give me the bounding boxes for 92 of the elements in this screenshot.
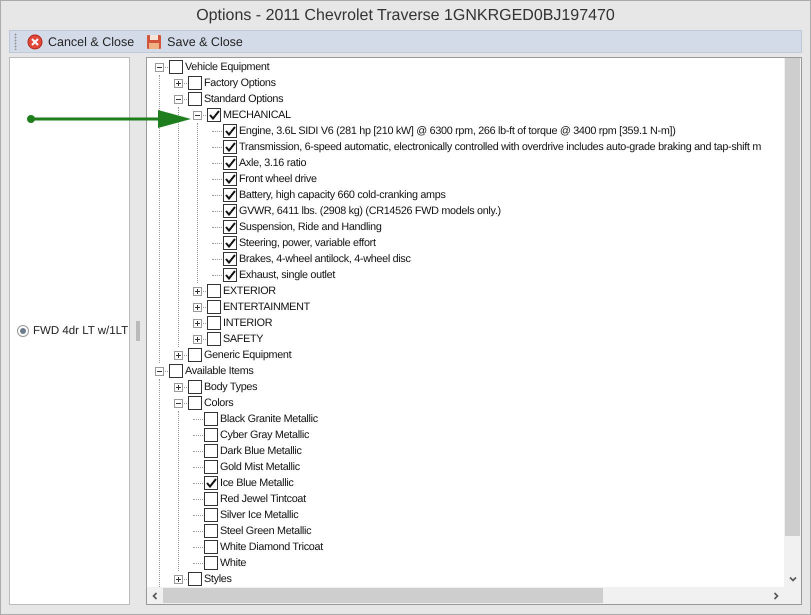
expand-icon[interactable] bbox=[193, 318, 202, 328]
tree-item-label[interactable]: Dark Blue Metallic bbox=[218, 445, 302, 457]
tree-item-label[interactable]: Body Types bbox=[202, 381, 258, 393]
checkbox[interactable] bbox=[204, 476, 218, 490]
checkbox[interactable] bbox=[223, 252, 237, 266]
checkbox[interactable] bbox=[204, 524, 218, 538]
checkbox[interactable] bbox=[207, 108, 221, 122]
tree-item-label[interactable]: Cyber Gray Metallic bbox=[218, 429, 310, 441]
checkbox[interactable] bbox=[188, 572, 202, 586]
checkbox[interactable] bbox=[207, 332, 221, 346]
tree-item-label[interactable]: Axle, 3.16 ratio bbox=[237, 157, 306, 169]
tree-item-label[interactable]: Silver Ice Metallic bbox=[218, 509, 298, 521]
tree-item-label[interactable]: Battery, high capacity 660 cold-cranking amps bbox=[237, 189, 446, 201]
checkbox[interactable] bbox=[223, 124, 237, 138]
tree-item-label[interactable]: Black Granite Metallic bbox=[218, 413, 318, 425]
tree-item-label[interactable]: GVWR, 6411 lbs. (2908 kg) (CR14526 FWD models only.) bbox=[237, 205, 501, 217]
tree-item-label[interactable]: Vehicle Equipment bbox=[183, 61, 270, 73]
expand-icon[interactable] bbox=[193, 286, 202, 296]
tree-item-label[interactable]: ENTERTAINMENT bbox=[221, 301, 310, 313]
tree-item-label[interactable]: Engine, 3.6L SIDI V6 (281 hp [210 kW] @ 6300 rpm, 266 lb-ft of torque @ 3400 rpm [359.1 N-m]) bbox=[237, 125, 676, 137]
expand-icon[interactable] bbox=[174, 350, 183, 360]
trim-label[interactable]: FWD 4dr LT w/1LT bbox=[33, 325, 128, 337]
tree-item-label[interactable]: MECHANICAL bbox=[221, 109, 291, 121]
checkbox[interactable] bbox=[188, 92, 202, 106]
collapse-icon[interactable] bbox=[174, 398, 183, 408]
expand-icon[interactable] bbox=[174, 574, 183, 584]
tree-item-label[interactable]: Exhaust, single outlet bbox=[237, 269, 336, 281]
tree-item-label[interactable]: Available Items bbox=[183, 365, 254, 377]
tree-item-label[interactable]: Factory Options bbox=[202, 77, 276, 89]
checkbox[interactable] bbox=[204, 444, 218, 458]
collapse-icon[interactable] bbox=[155, 366, 164, 376]
checkbox[interactable] bbox=[169, 60, 183, 74]
tree-item-label[interactable]: White bbox=[218, 557, 246, 569]
checkbox[interactable] bbox=[204, 460, 218, 474]
radio-button[interactable] bbox=[17, 325, 29, 337]
splitter-grip-icon[interactable] bbox=[136, 321, 140, 341]
checkbox[interactable] bbox=[188, 76, 202, 90]
expand-icon[interactable] bbox=[193, 334, 202, 344]
floppy-icon bbox=[146, 34, 162, 50]
checkbox[interactable] bbox=[223, 172, 237, 186]
tree-item-label[interactable]: Front wheel drive bbox=[237, 173, 317, 185]
tree-item-label[interactable]: Brakes, 4-wheel antilock, 4-wheel disc bbox=[237, 253, 411, 265]
checkbox[interactable] bbox=[169, 364, 183, 378]
tree-item-label[interactable]: Standard Options bbox=[202, 93, 284, 105]
tree-item-label[interactable]: INTERIOR bbox=[221, 317, 272, 329]
checkbox[interactable] bbox=[207, 316, 221, 330]
checkbox[interactable] bbox=[188, 380, 202, 394]
tree-item-label[interactable]: Red Jewel Tintcoat bbox=[218, 493, 306, 505]
window-title: Options - 2011 Chevrolet Traverse 1GNKRGED0BJ197470 bbox=[195, 6, 616, 26]
checkbox[interactable] bbox=[207, 284, 221, 298]
expand-icon[interactable] bbox=[174, 78, 183, 88]
checkbox[interactable] bbox=[204, 556, 218, 570]
checkbox[interactable] bbox=[223, 140, 237, 154]
save-button[interactable]: Save & Close bbox=[144, 31, 245, 52]
chevron-left-icon[interactable] bbox=[151, 592, 159, 600]
checkbox[interactable] bbox=[188, 396, 202, 410]
cancel-button[interactable]: Cancel & Close bbox=[25, 31, 136, 52]
expand-icon[interactable] bbox=[193, 302, 202, 312]
checkbox[interactable] bbox=[188, 348, 202, 362]
collapse-icon[interactable] bbox=[193, 110, 202, 120]
vertical-scrollbar[interactable] bbox=[784, 58, 801, 587]
tree-item-label[interactable]: EXTERIOR bbox=[221, 285, 276, 297]
tree-item-label[interactable]: White Diamond Tricoat bbox=[218, 541, 323, 553]
tree-item-label[interactable]: SAFETY bbox=[221, 333, 264, 345]
tree-item-label[interactable]: Styles bbox=[202, 573, 232, 585]
cancel-icon bbox=[27, 34, 43, 50]
checkbox[interactable] bbox=[223, 220, 237, 234]
checkbox[interactable] bbox=[204, 412, 218, 426]
tree-item-label[interactable]: Colors bbox=[202, 397, 234, 409]
checkbox[interactable] bbox=[204, 508, 218, 522]
tree-item-label[interactable]: Gold Mist Metallic bbox=[218, 461, 300, 473]
tree-item-label[interactable]: Steering, power, variable effort bbox=[237, 237, 376, 249]
checkbox[interactable] bbox=[204, 428, 218, 442]
tree-item-label[interactable]: Steel Green Metallic bbox=[218, 525, 312, 537]
checkbox[interactable] bbox=[223, 156, 237, 170]
checkbox[interactable] bbox=[223, 204, 237, 218]
checkbox[interactable] bbox=[204, 540, 218, 554]
checkbox[interactable] bbox=[204, 492, 218, 506]
chevron-right-icon[interactable] bbox=[772, 592, 780, 600]
expand-icon[interactable] bbox=[174, 382, 183, 392]
collapse-icon[interactable] bbox=[174, 94, 183, 104]
tree-item-label[interactable]: Generic Equipment bbox=[202, 349, 292, 361]
tree-item-label[interactable]: Transmission, 6-speed automatic, electronically controlled with overdrive includes auto-grade braking and tap-shift m bbox=[237, 141, 762, 153]
checkbox[interactable] bbox=[223, 236, 237, 250]
tree-item-label[interactable]: Suspension, Ride and Handling bbox=[237, 221, 382, 233]
checkbox[interactable] bbox=[207, 300, 221, 314]
horizontal-scrollbar[interactable] bbox=[147, 587, 784, 604]
chevron-down-icon[interactable] bbox=[788, 575, 796, 583]
checkbox[interactable] bbox=[223, 188, 237, 202]
collapse-icon[interactable] bbox=[155, 62, 164, 72]
tree-item-label[interactable]: Ice Blue Metallic bbox=[218, 477, 294, 489]
checkbox[interactable] bbox=[223, 268, 237, 282]
